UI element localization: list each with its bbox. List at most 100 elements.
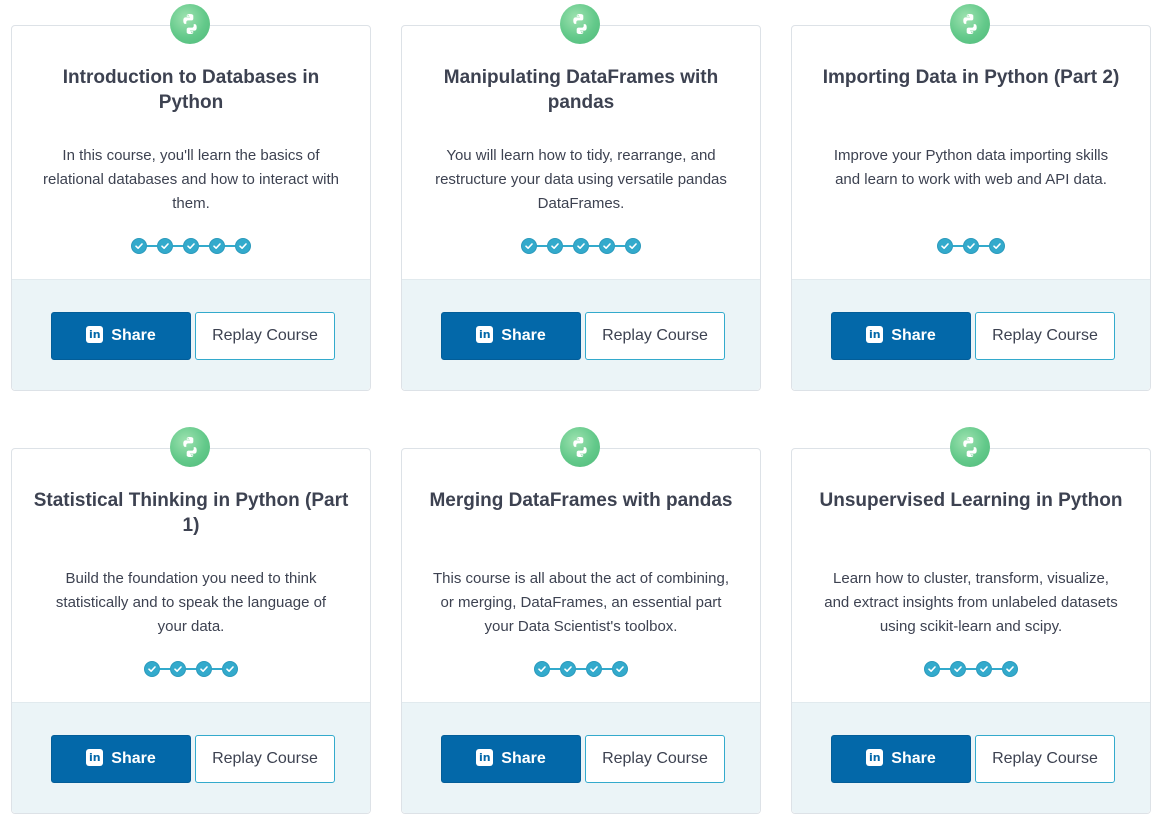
progress-connector <box>953 245 963 247</box>
course-title: Merging DataFrames with pandas <box>429 490 733 511</box>
chapter-complete-check-icon <box>1002 661 1018 677</box>
course-card-actions: in Share Replay Course <box>12 279 370 390</box>
course-title: Manipulating DataFrames with pandas <box>443 67 719 113</box>
replay-course-button[interactable]: Replay Course <box>975 735 1115 783</box>
chapter-complete-check-icon <box>170 661 186 677</box>
course-card-actions: in Share Replay Course <box>792 279 1150 390</box>
progress-connector <box>212 668 222 670</box>
chapter-complete-check-icon <box>612 661 628 677</box>
course-card-actions: in Share Replay Course <box>12 702 370 813</box>
progress-connector <box>615 245 625 247</box>
chapter-complete-check-icon <box>937 238 953 254</box>
chapter-complete-check-icon <box>131 238 147 254</box>
course-card-body: Introduction to Databases in Python In t… <box>12 26 370 279</box>
share-button-label: Share <box>891 327 936 344</box>
chapter-complete-check-icon <box>625 238 641 254</box>
chapter-complete-check-icon <box>950 661 966 677</box>
progress-connector <box>576 668 586 670</box>
chapter-complete-check-icon <box>989 238 1005 254</box>
replay-course-button[interactable]: Replay Course <box>585 312 725 360</box>
course-card-actions: in Share Replay Course <box>792 702 1150 813</box>
replay-course-button[interactable]: Replay Course <box>195 735 335 783</box>
course-title: Unsupervised Learning in Python <box>819 490 1123 511</box>
course-description: You will learn how to tidy, rearrange, a… <box>435 147 727 212</box>
linkedin-icon: in <box>86 749 104 766</box>
chapter-complete-check-icon <box>144 661 160 677</box>
course-card: Importing Data in Python (Part 2) Improv… <box>791 4 1151 391</box>
progress-connector <box>966 668 976 670</box>
share-button[interactable]: in Share <box>51 735 191 783</box>
progress-connector <box>563 245 573 247</box>
linkedin-icon: in <box>86 326 104 343</box>
progress-connector <box>225 245 235 247</box>
share-button-label: Share <box>501 327 546 344</box>
chapter-progress <box>12 660 370 678</box>
progress-connector <box>550 668 560 670</box>
chapter-progress <box>792 237 1150 255</box>
chapter-complete-check-icon <box>235 238 251 254</box>
progress-connector <box>173 245 183 247</box>
chapter-complete-check-icon <box>560 661 576 677</box>
course-description: Build the foundation you need to think s… <box>55 570 327 635</box>
chapter-complete-check-icon <box>573 238 589 254</box>
share-button-label: Share <box>111 327 156 344</box>
course-description: In this course, you'll learn the basics … <box>42 147 339 212</box>
chapter-complete-check-icon <box>586 661 602 677</box>
python-icon <box>950 427 990 467</box>
progress-connector <box>199 245 209 247</box>
course-description: Improve your Python data importing skill… <box>833 147 1109 188</box>
chapter-complete-check-icon <box>547 238 563 254</box>
share-button-label: Share <box>501 750 546 767</box>
chapter-complete-check-icon <box>521 238 537 254</box>
replay-course-button[interactable]: Replay Course <box>585 735 725 783</box>
course-card-body: Manipulating DataFrames with pandas You … <box>402 26 760 279</box>
python-icon <box>170 427 210 467</box>
course-card-actions: in Share Replay Course <box>402 702 760 813</box>
linkedin-icon: in <box>866 749 884 766</box>
course-card: Merging DataFrames with pandas This cour… <box>401 427 761 814</box>
python-icon <box>560 4 600 44</box>
course-card-actions: in Share Replay Course <box>402 279 760 390</box>
replay-course-button[interactable]: Replay Course <box>195 312 335 360</box>
share-button[interactable]: in Share <box>831 735 971 783</box>
share-button[interactable]: in Share <box>441 312 581 360</box>
progress-connector <box>992 668 1002 670</box>
course-card-body: Unsupervised Learning in Python Learn ho… <box>792 449 1150 702</box>
share-button-label: Share <box>891 750 936 767</box>
course-title: Introduction to Databases in Python <box>62 67 320 113</box>
chapter-progress <box>792 660 1150 678</box>
chapter-complete-check-icon <box>963 238 979 254</box>
share-button[interactable]: in Share <box>441 735 581 783</box>
course-card: Introduction to Databases in Python In t… <box>11 4 371 391</box>
course-card: Manipulating DataFrames with pandas You … <box>401 4 761 391</box>
linkedin-icon: in <box>866 326 884 343</box>
course-card: Unsupervised Learning in Python Learn ho… <box>791 427 1151 814</box>
course-title: Statistical Thinking in Python (Part 1) <box>33 490 349 536</box>
python-icon <box>170 4 210 44</box>
share-button[interactable]: in Share <box>51 312 191 360</box>
chapter-complete-check-icon <box>924 661 940 677</box>
linkedin-icon: in <box>476 749 494 766</box>
replay-course-button[interactable]: Replay Course <box>975 312 1115 360</box>
chapter-progress <box>12 237 370 255</box>
chapter-complete-check-icon <box>599 238 615 254</box>
share-button-label: Share <box>111 750 156 767</box>
chapter-complete-check-icon <box>222 661 238 677</box>
course-card-body: Merging DataFrames with pandas This cour… <box>402 449 760 702</box>
python-icon <box>560 427 600 467</box>
progress-connector <box>537 245 547 247</box>
chapter-complete-check-icon <box>976 661 992 677</box>
progress-connector <box>160 668 170 670</box>
course-card-body: Statistical Thinking in Python (Part 1) … <box>12 449 370 702</box>
progress-connector <box>602 668 612 670</box>
progress-connector <box>979 245 989 247</box>
chapter-complete-check-icon <box>209 238 225 254</box>
chapter-complete-check-icon <box>196 661 212 677</box>
chapter-progress <box>402 660 760 678</box>
progress-connector <box>186 668 196 670</box>
chapter-progress <box>402 237 760 255</box>
course-description: This course is all about the act of comb… <box>433 570 729 635</box>
share-button[interactable]: in Share <box>831 312 971 360</box>
progress-connector <box>589 245 599 247</box>
python-icon <box>950 4 990 44</box>
